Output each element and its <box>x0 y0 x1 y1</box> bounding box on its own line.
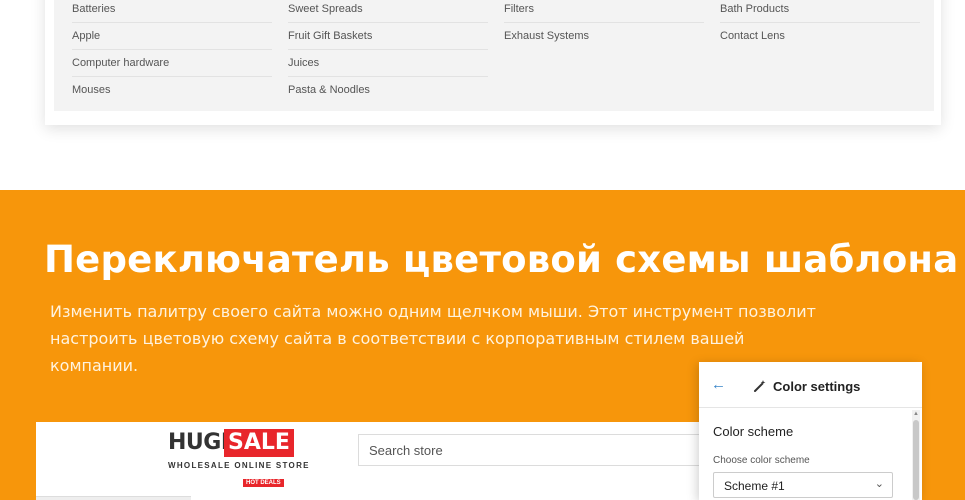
menu-item-bath-products[interactable]: Bath Products <box>720 0 920 23</box>
menu-item-exhaust-systems[interactable]: Exhaust Systems <box>504 23 704 50</box>
choose-scheme-label: Choose color scheme <box>713 455 810 466</box>
menu-column-3: Filters Exhaust Systems <box>504 0 704 50</box>
category-menu-panel: Batteries Apple Computer hardware Mouses… <box>45 0 941 125</box>
menu-item-fruit-gift-baskets[interactable]: Fruit Gift Baskets <box>288 23 488 50</box>
panel-scrollbar[interactable]: ▲ <box>912 410 920 500</box>
panel-title: Color settings <box>773 379 861 394</box>
menu-item-contact-lens[interactable]: Contact Lens <box>720 23 920 50</box>
menu-item-mouses[interactable]: Mouses <box>72 77 272 104</box>
color-scheme-heading: Color scheme <box>713 424 794 439</box>
menu-item-juices[interactable]: Juices <box>288 50 488 77</box>
menu-column-2: Sweet Spreads Fruit Gift Baskets Juices … <box>288 0 488 104</box>
logo-subtitle: WHOLESALE ONLINE STORE <box>168 461 310 470</box>
store-header-mockup: HUGE SALE WHOLESALE ONLINE STORE HOT DEA… <box>36 422 736 500</box>
hot-deals-badge: HOT DEALS <box>243 479 284 487</box>
promo-title: Переключатель цветовой схемы шаблона <box>44 238 959 281</box>
top-section: Batteries Apple Computer hardware Mouses… <box>0 0 965 190</box>
sidebar-peek <box>36 496 191 500</box>
scrollbar-thumb[interactable] <box>913 420 919 500</box>
category-menu-inner: Batteries Apple Computer hardware Mouses… <box>54 0 934 111</box>
logo-sale-text: SALE <box>224 429 294 457</box>
color-scheme-select[interactable]: Scheme #1 ⌄ <box>713 472 893 498</box>
panel-header: ← Color settings <box>699 362 922 408</box>
store-logo[interactable]: HUGE SALE WHOLESALE ONLINE STORE <box>168 429 318 470</box>
search-box[interactable] <box>358 434 718 466</box>
selected-scheme-value: Scheme #1 <box>724 479 785 493</box>
menu-column-1: Batteries Apple Computer hardware Mouses <box>72 0 272 104</box>
chevron-down-icon: ⌄ <box>874 478 884 490</box>
search-input[interactable] <box>359 435 717 465</box>
color-settings-panel: ← Color settings Color scheme Choose col… <box>699 362 922 500</box>
scroll-up-icon[interactable]: ▲ <box>913 410 919 418</box>
menu-item-computer-hardware[interactable]: Computer hardware <box>72 50 272 77</box>
nav-bar-peek <box>243 494 543 500</box>
menu-item-filters[interactable]: Filters <box>504 0 704 23</box>
menu-item-apple[interactable]: Apple <box>72 23 272 50</box>
magic-wand-icon <box>754 380 766 392</box>
menu-item-batteries[interactable]: Batteries <box>72 0 272 23</box>
menu-item-sweet-spreads[interactable]: Sweet Spreads <box>288 0 488 23</box>
arrow-left-icon[interactable]: ← <box>711 377 726 392</box>
menu-item-pasta-noodles[interactable]: Pasta & Noodles <box>288 77 488 104</box>
menu-column-4: Bath Products Contact Lens <box>720 0 920 50</box>
